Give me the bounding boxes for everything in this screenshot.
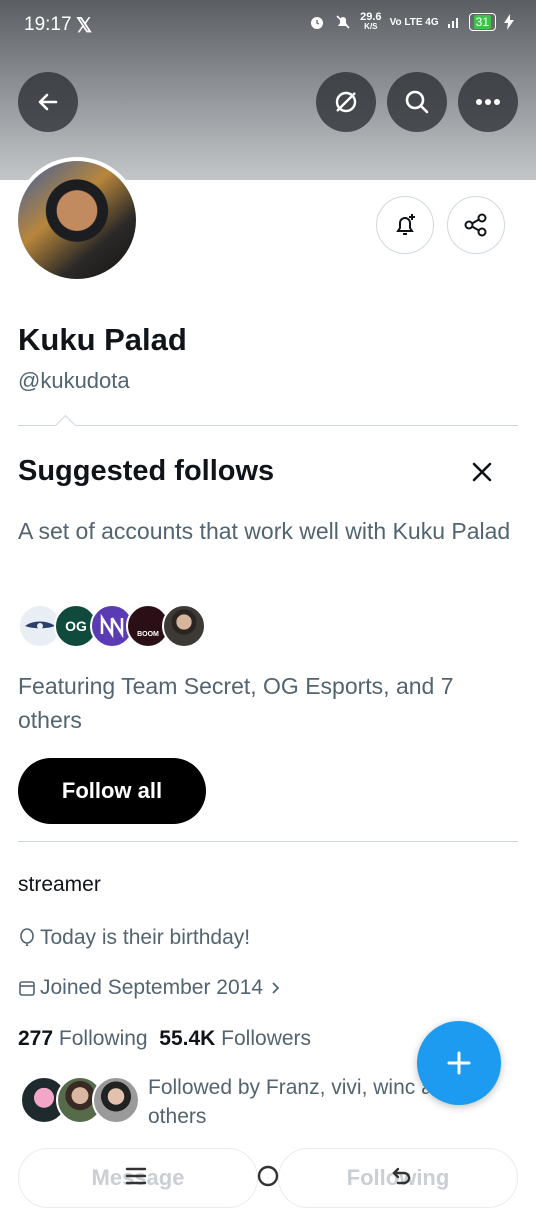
bell-off-icon xyxy=(336,15,350,29)
search-icon xyxy=(405,90,429,114)
following-label: Following xyxy=(58,1027,148,1050)
arrow-left-icon xyxy=(38,93,58,111)
system-nav-bar xyxy=(0,1150,536,1200)
battery-level: 31 xyxy=(473,15,491,29)
net-speed: 29.6 xyxy=(360,11,382,23)
dismiss-suggested-button[interactable] xyxy=(466,456,498,488)
following-count: 277 xyxy=(18,1027,54,1050)
search-button[interactable] xyxy=(387,72,447,132)
following-link[interactable]: 277 Following xyxy=(18,1027,148,1050)
more-icon xyxy=(476,99,500,105)
nav-home-button[interactable] xyxy=(250,1158,286,1194)
suggested-follows-title: Suggested follows xyxy=(18,455,275,487)
joined-row[interactable]: Joined September 2014 xyxy=(18,976,283,1000)
back-button[interactable] xyxy=(18,72,78,132)
plus-icon xyxy=(447,1051,471,1075)
alarm-icon xyxy=(311,17,324,29)
nav-back-button[interactable] xyxy=(384,1158,420,1194)
share-button[interactable] xyxy=(447,196,505,254)
featuring-text: Featuring Team Secret, OG Esports, and 7… xyxy=(18,673,454,733)
home-circle-icon xyxy=(257,1165,279,1187)
profile-avatar[interactable] xyxy=(14,157,140,283)
status-time: 19:17 xyxy=(24,14,72,35)
close-icon xyxy=(472,462,492,482)
suggested-divider xyxy=(18,425,518,426)
follower-avatar-3 xyxy=(92,1076,140,1124)
x-logo-icon: 𝕏 xyxy=(76,15,93,37)
status-icons: 29.6 K/S Vo LTE 4G 31 xyxy=(308,12,514,32)
share-icon xyxy=(464,213,487,237)
profile-bio: streamer xyxy=(18,873,101,896)
chevron-right-icon xyxy=(272,982,280,994)
bell-plus-icon xyxy=(396,214,415,235)
suggested-avatar-5 xyxy=(162,604,206,648)
followers-link[interactable]: 55.4K Followers xyxy=(159,1027,311,1050)
joined-text: Joined September 2014 xyxy=(40,976,263,999)
follow-all-button[interactable]: Follow all xyxy=(18,758,206,824)
net-speed-unit: K/S xyxy=(364,22,378,31)
network-label: Vo LTE 4G xyxy=(389,16,439,28)
profile-handle: @kukudota xyxy=(18,368,130,393)
profile-name: Kuku Palad xyxy=(18,322,187,357)
battery-indicator: 31 xyxy=(468,13,496,31)
more-button[interactable] xyxy=(458,72,518,132)
charging-icon xyxy=(504,14,514,30)
back-gesture-icon xyxy=(392,1167,411,1185)
suggested-description: A set of accounts that work well with Ku… xyxy=(18,518,511,544)
notify-button[interactable] xyxy=(376,196,434,254)
suggested-pointer xyxy=(54,414,77,437)
avatar-photo xyxy=(18,161,136,279)
calendar-icon xyxy=(19,981,35,996)
bio-divider xyxy=(18,841,518,842)
birthday-row: Today is their birthday! xyxy=(18,926,250,950)
compose-button[interactable] xyxy=(417,1021,501,1105)
menu-icon xyxy=(125,1167,147,1185)
birthday-text: Today is their birthday! xyxy=(40,926,251,949)
follow-counts: 277 Following 55.4K Followers xyxy=(18,1027,311,1051)
followers-count: 55.4K xyxy=(159,1027,216,1050)
followed-by-avatars[interactable] xyxy=(20,1076,140,1126)
reposts-off-button[interactable] xyxy=(316,72,376,132)
nav-menu-button[interactable] xyxy=(118,1158,154,1194)
status-bar: 19:17 𝕏 29.6 K/S Vo LTE 4G 31 xyxy=(0,0,536,52)
signal-icon xyxy=(447,18,458,28)
followers-label: Followers xyxy=(221,1027,312,1050)
reposts-off-icon xyxy=(335,91,357,113)
balloon-icon xyxy=(20,928,34,946)
